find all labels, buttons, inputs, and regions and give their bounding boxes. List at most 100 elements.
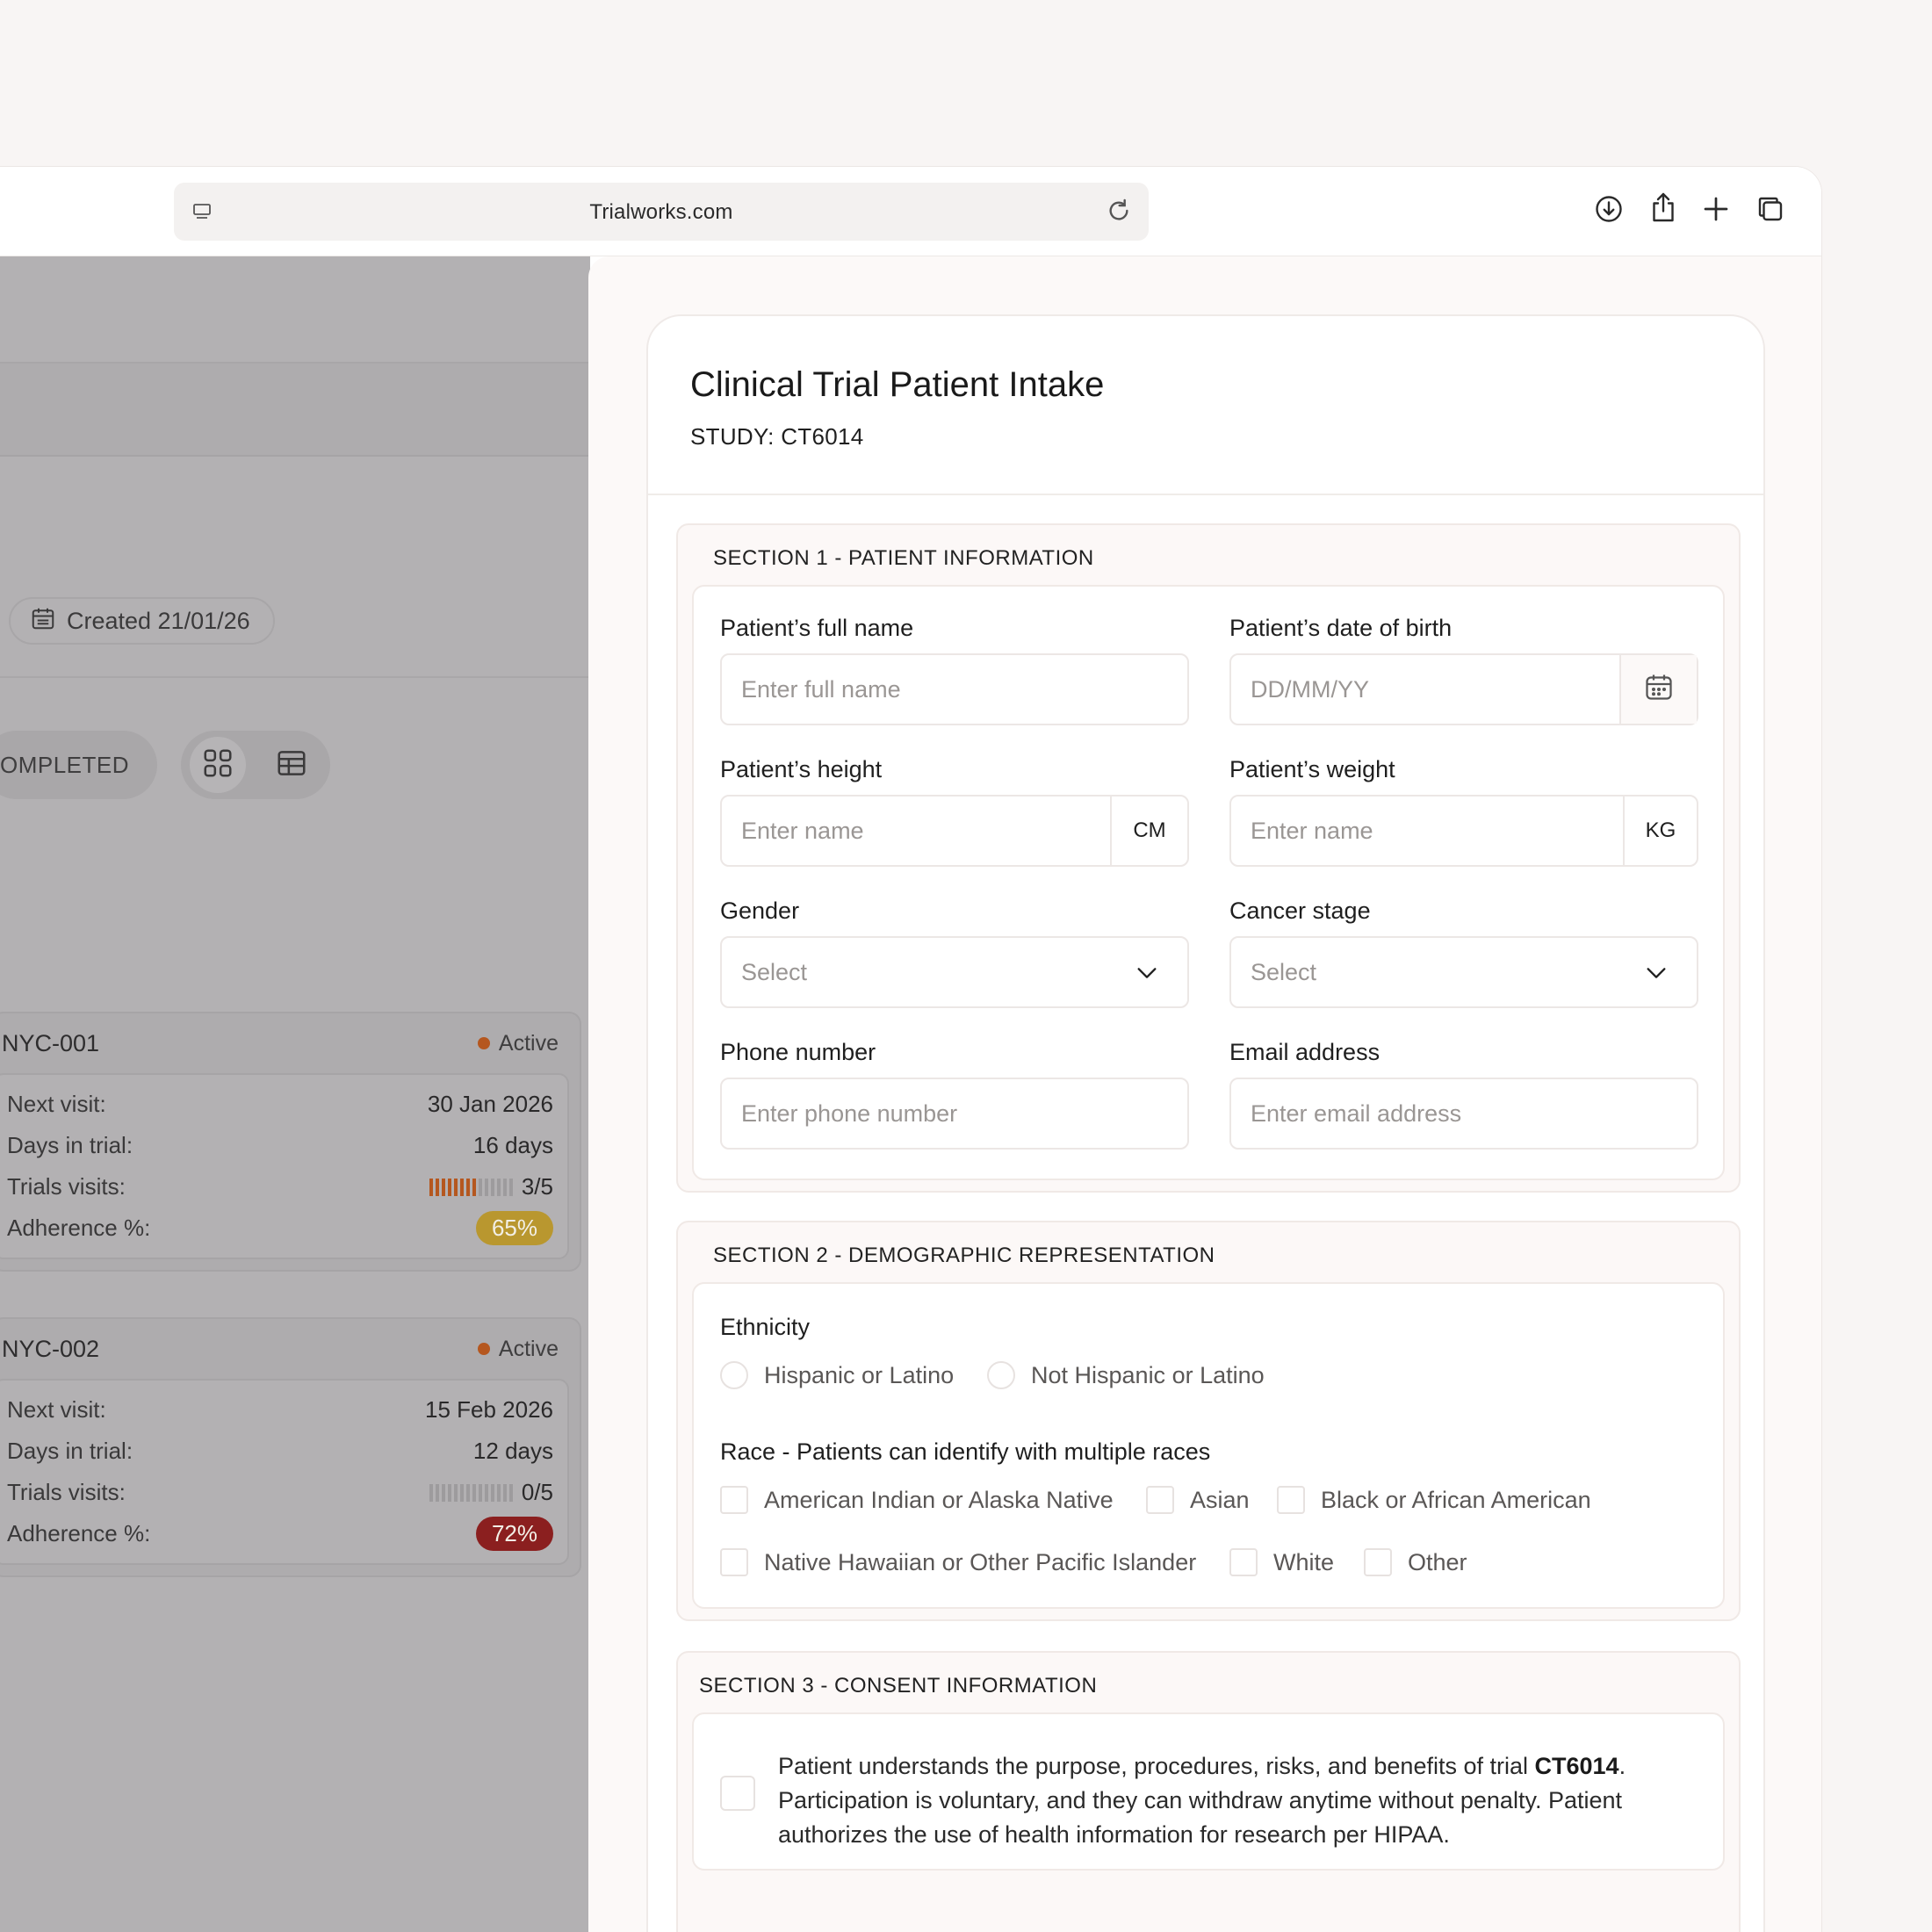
radio-button[interactable] (720, 1361, 748, 1389)
consent-text: Patient understands the purpose, procedu… (778, 1749, 1691, 1852)
address-bar[interactable]: Trialworks.com (174, 183, 1149, 241)
checkbox-label: White (1273, 1548, 1335, 1575)
ethnicity-option-not-hispanic[interactable]: Not Hispanic or Latino (987, 1361, 1265, 1389)
next-visit-row: Next visit: 30 Jan 2026 (7, 1084, 553, 1125)
next-visit-value: 15 Feb 2026 (424, 1396, 553, 1423)
progress-tick (472, 1483, 476, 1502)
completed-filter-tab[interactable]: OMPLETED (0, 731, 158, 799)
email-input[interactable]: Enter email address (1229, 1078, 1698, 1150)
ethnicity-label: Ethnicity (720, 1314, 811, 1340)
race-option-other[interactable]: Other (1364, 1548, 1467, 1576)
tabs-overview-icon[interactable] (1755, 193, 1786, 229)
patient-card-details: Next visit: 30 Jan 2026 Days in trial: 1… (0, 1073, 569, 1259)
dob-input[interactable]: DD/MM/YY (1229, 653, 1698, 725)
patient-id: NYC-002 (2, 1335, 100, 1362)
race-option-black[interactable]: Black or African American (1277, 1486, 1591, 1514)
section-body: Patient’s full name Enter full name Pati… (692, 585, 1725, 1180)
checkbox[interactable] (720, 1486, 748, 1514)
progress-tick (484, 1178, 488, 1196)
ethnicity-option-hispanic[interactable]: Hispanic or Latino (720, 1361, 954, 1389)
created-date-chip: Created 21/01/26 (9, 597, 275, 645)
days-in-trial-row: Days in trial: 12 days (7, 1431, 553, 1472)
calendar-icon (1643, 671, 1675, 709)
checkbox[interactable] (1229, 1548, 1258, 1576)
race-option-asian[interactable]: Asian (1146, 1486, 1250, 1514)
progress-tick (496, 1483, 501, 1502)
full-name-input[interactable]: Enter full name (720, 653, 1189, 725)
new-tab-icon[interactable] (1700, 193, 1732, 229)
visits-progress-bar (429, 1178, 513, 1196)
progress-tick (453, 1483, 458, 1502)
chevron-down-icon (1135, 962, 1159, 990)
trial-visits-label: Trials visits: (7, 1479, 126, 1505)
days-in-trial-label: Days in trial: (7, 1438, 133, 1464)
race-option-american-indian[interactable]: American Indian or Alaska Native (720, 1486, 1114, 1514)
cancer-stage-select[interactable]: Select (1229, 936, 1698, 1008)
section-body: Ethnicity Hispanic or Latino Not Hispani… (692, 1282, 1725, 1609)
progress-tick (441, 1178, 445, 1196)
patient-card[interactable]: NYC-001 Active Next visit: 30 Jan 2026 D… (0, 1012, 581, 1272)
radio-label: Hispanic or Latino (764, 1361, 955, 1388)
trial-visits-value-wrap: 0/5 (429, 1479, 553, 1506)
progress-tick (429, 1483, 433, 1502)
days-in-trial-label: Days in trial: (7, 1132, 133, 1158)
race-option-white[interactable]: White (1229, 1548, 1334, 1576)
study-id: STUDY: CT6014 (690, 423, 864, 450)
radio-button[interactable] (987, 1361, 1015, 1389)
next-visit-row: Next visit: 15 Feb 2026 (7, 1389, 553, 1431)
height-unit: CM (1110, 797, 1187, 865)
reload-icon[interactable] (1105, 197, 1133, 229)
share-icon[interactable] (1647, 190, 1679, 229)
section-patient-information: SECTION 1 - PATIENT INFORMATION Patient’… (676, 523, 1741, 1193)
patient-card-details: Next visit: 15 Feb 2026 Days in trial: 1… (0, 1379, 569, 1565)
race-option-native-hawaiian[interactable]: Native Hawaiian or Other Pacific Islande… (720, 1548, 1196, 1576)
browser-window: Trialworks.com Created 21/01/26 OMPLETED… (0, 167, 1821, 1932)
date-picker-button[interactable] (1619, 655, 1697, 724)
status-text: Active (498, 1030, 559, 1056)
patient-card[interactable]: NYC-002 Active Next visit: 15 Feb 2026 D… (0, 1317, 581, 1577)
calendar-icon (30, 605, 56, 638)
progress-tick (472, 1178, 476, 1196)
weight-label: Patient’s weight (1229, 756, 1395, 782)
grid-view-button[interactable] (190, 737, 246, 793)
days-in-trial-value: 16 days (472, 1132, 553, 1158)
adherence-label: Adherence %: (7, 1215, 151, 1241)
checkbox[interactable] (1277, 1486, 1305, 1514)
table-view-button[interactable] (263, 737, 320, 793)
checkbox-label: Other (1408, 1548, 1467, 1575)
created-date-label: Created 21/01/26 (67, 607, 250, 634)
weight-input[interactable]: Enter name KG (1229, 795, 1698, 867)
patient-card-header: NYC-001 Active (0, 1013, 580, 1073)
checkbox[interactable] (720, 1548, 748, 1576)
status-text: Active (498, 1336, 559, 1361)
section-title: SECTION 3 - CONSENT INFORMATION (699, 1674, 1098, 1698)
height-input[interactable]: Enter name CM (720, 795, 1189, 867)
list-subheader (0, 364, 590, 457)
gender-select[interactable]: Select (720, 936, 1189, 1008)
consent-checkbox[interactable] (720, 1776, 755, 1811)
status-dot (477, 1037, 490, 1049)
progress-tick (459, 1178, 464, 1196)
trial-visits-label: Trials visits: (7, 1173, 126, 1200)
trial-visits-row: Trials visits: 3/5 (7, 1166, 553, 1208)
grid-icon (201, 746, 234, 784)
checkbox[interactable] (1146, 1486, 1174, 1514)
progress-tick (447, 1483, 451, 1502)
progress-tick (502, 1178, 507, 1196)
dob-placeholder: DD/MM/YY (1251, 675, 1369, 703)
progress-tick (459, 1483, 464, 1502)
phone-input[interactable]: Enter phone number (720, 1078, 1189, 1150)
url-text: Trialworks.com (589, 200, 733, 224)
progress-tick (478, 1178, 482, 1196)
section-title: SECTION 2 - DEMOGRAPHIC REPRESENTATION (713, 1244, 1215, 1267)
progress-tick (441, 1483, 445, 1502)
progress-tick (490, 1178, 494, 1196)
progress-tick (490, 1483, 494, 1502)
radio-label: Not Hispanic or Latino (1031, 1361, 1265, 1388)
adherence-label: Adherence %: (7, 1520, 151, 1546)
checkbox-label: Black or African American (1321, 1486, 1591, 1513)
weight-placeholder: Enter name (1251, 817, 1373, 844)
checkbox[interactable] (1364, 1548, 1392, 1576)
view-toggle (181, 731, 330, 799)
download-icon[interactable] (1593, 193, 1625, 229)
